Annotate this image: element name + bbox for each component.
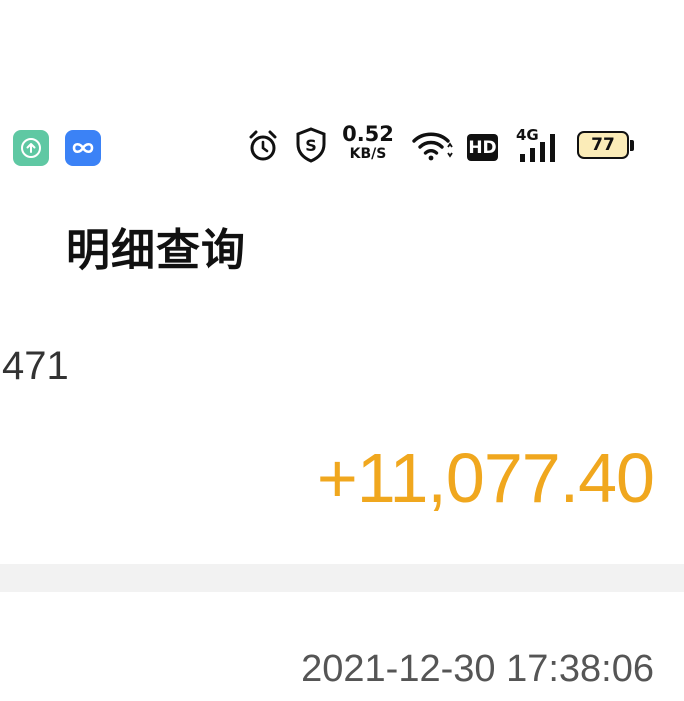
battery-level: 77 bbox=[591, 135, 615, 155]
transaction-amount: +11,077.40 bbox=[316, 439, 655, 517]
section-divider bbox=[0, 564, 684, 592]
battery-tip bbox=[630, 140, 634, 151]
svg-text:S: S bbox=[305, 136, 317, 155]
hd-icon: HD bbox=[467, 134, 498, 161]
account-suffix: 471 bbox=[2, 344, 69, 388]
alarm-clock-icon bbox=[249, 130, 277, 161]
upload-app-icon[interactable] bbox=[13, 130, 49, 166]
status-bar: S 0.52 KB/S HD 4G 77 bbox=[0, 122, 684, 170]
loop-app-icon[interactable] bbox=[65, 130, 101, 166]
upload-circle-icon bbox=[21, 138, 41, 158]
network-speed-value: 0.52 bbox=[342, 122, 394, 146]
infinity-loop-icon bbox=[72, 142, 94, 154]
transaction-timestamp: 2021-12-30 17:38:06 bbox=[301, 648, 654, 690]
network-speed-unit: KB/S bbox=[349, 146, 387, 162]
network-speed: 0.52 KB/S bbox=[342, 122, 394, 162]
wifi-icon bbox=[412, 132, 453, 161]
shield-s-icon: S bbox=[296, 127, 326, 163]
battery-icon: 77 bbox=[577, 131, 629, 159]
signal-4g-icon bbox=[520, 134, 555, 162]
page-title: 明细查询 bbox=[66, 225, 246, 276]
